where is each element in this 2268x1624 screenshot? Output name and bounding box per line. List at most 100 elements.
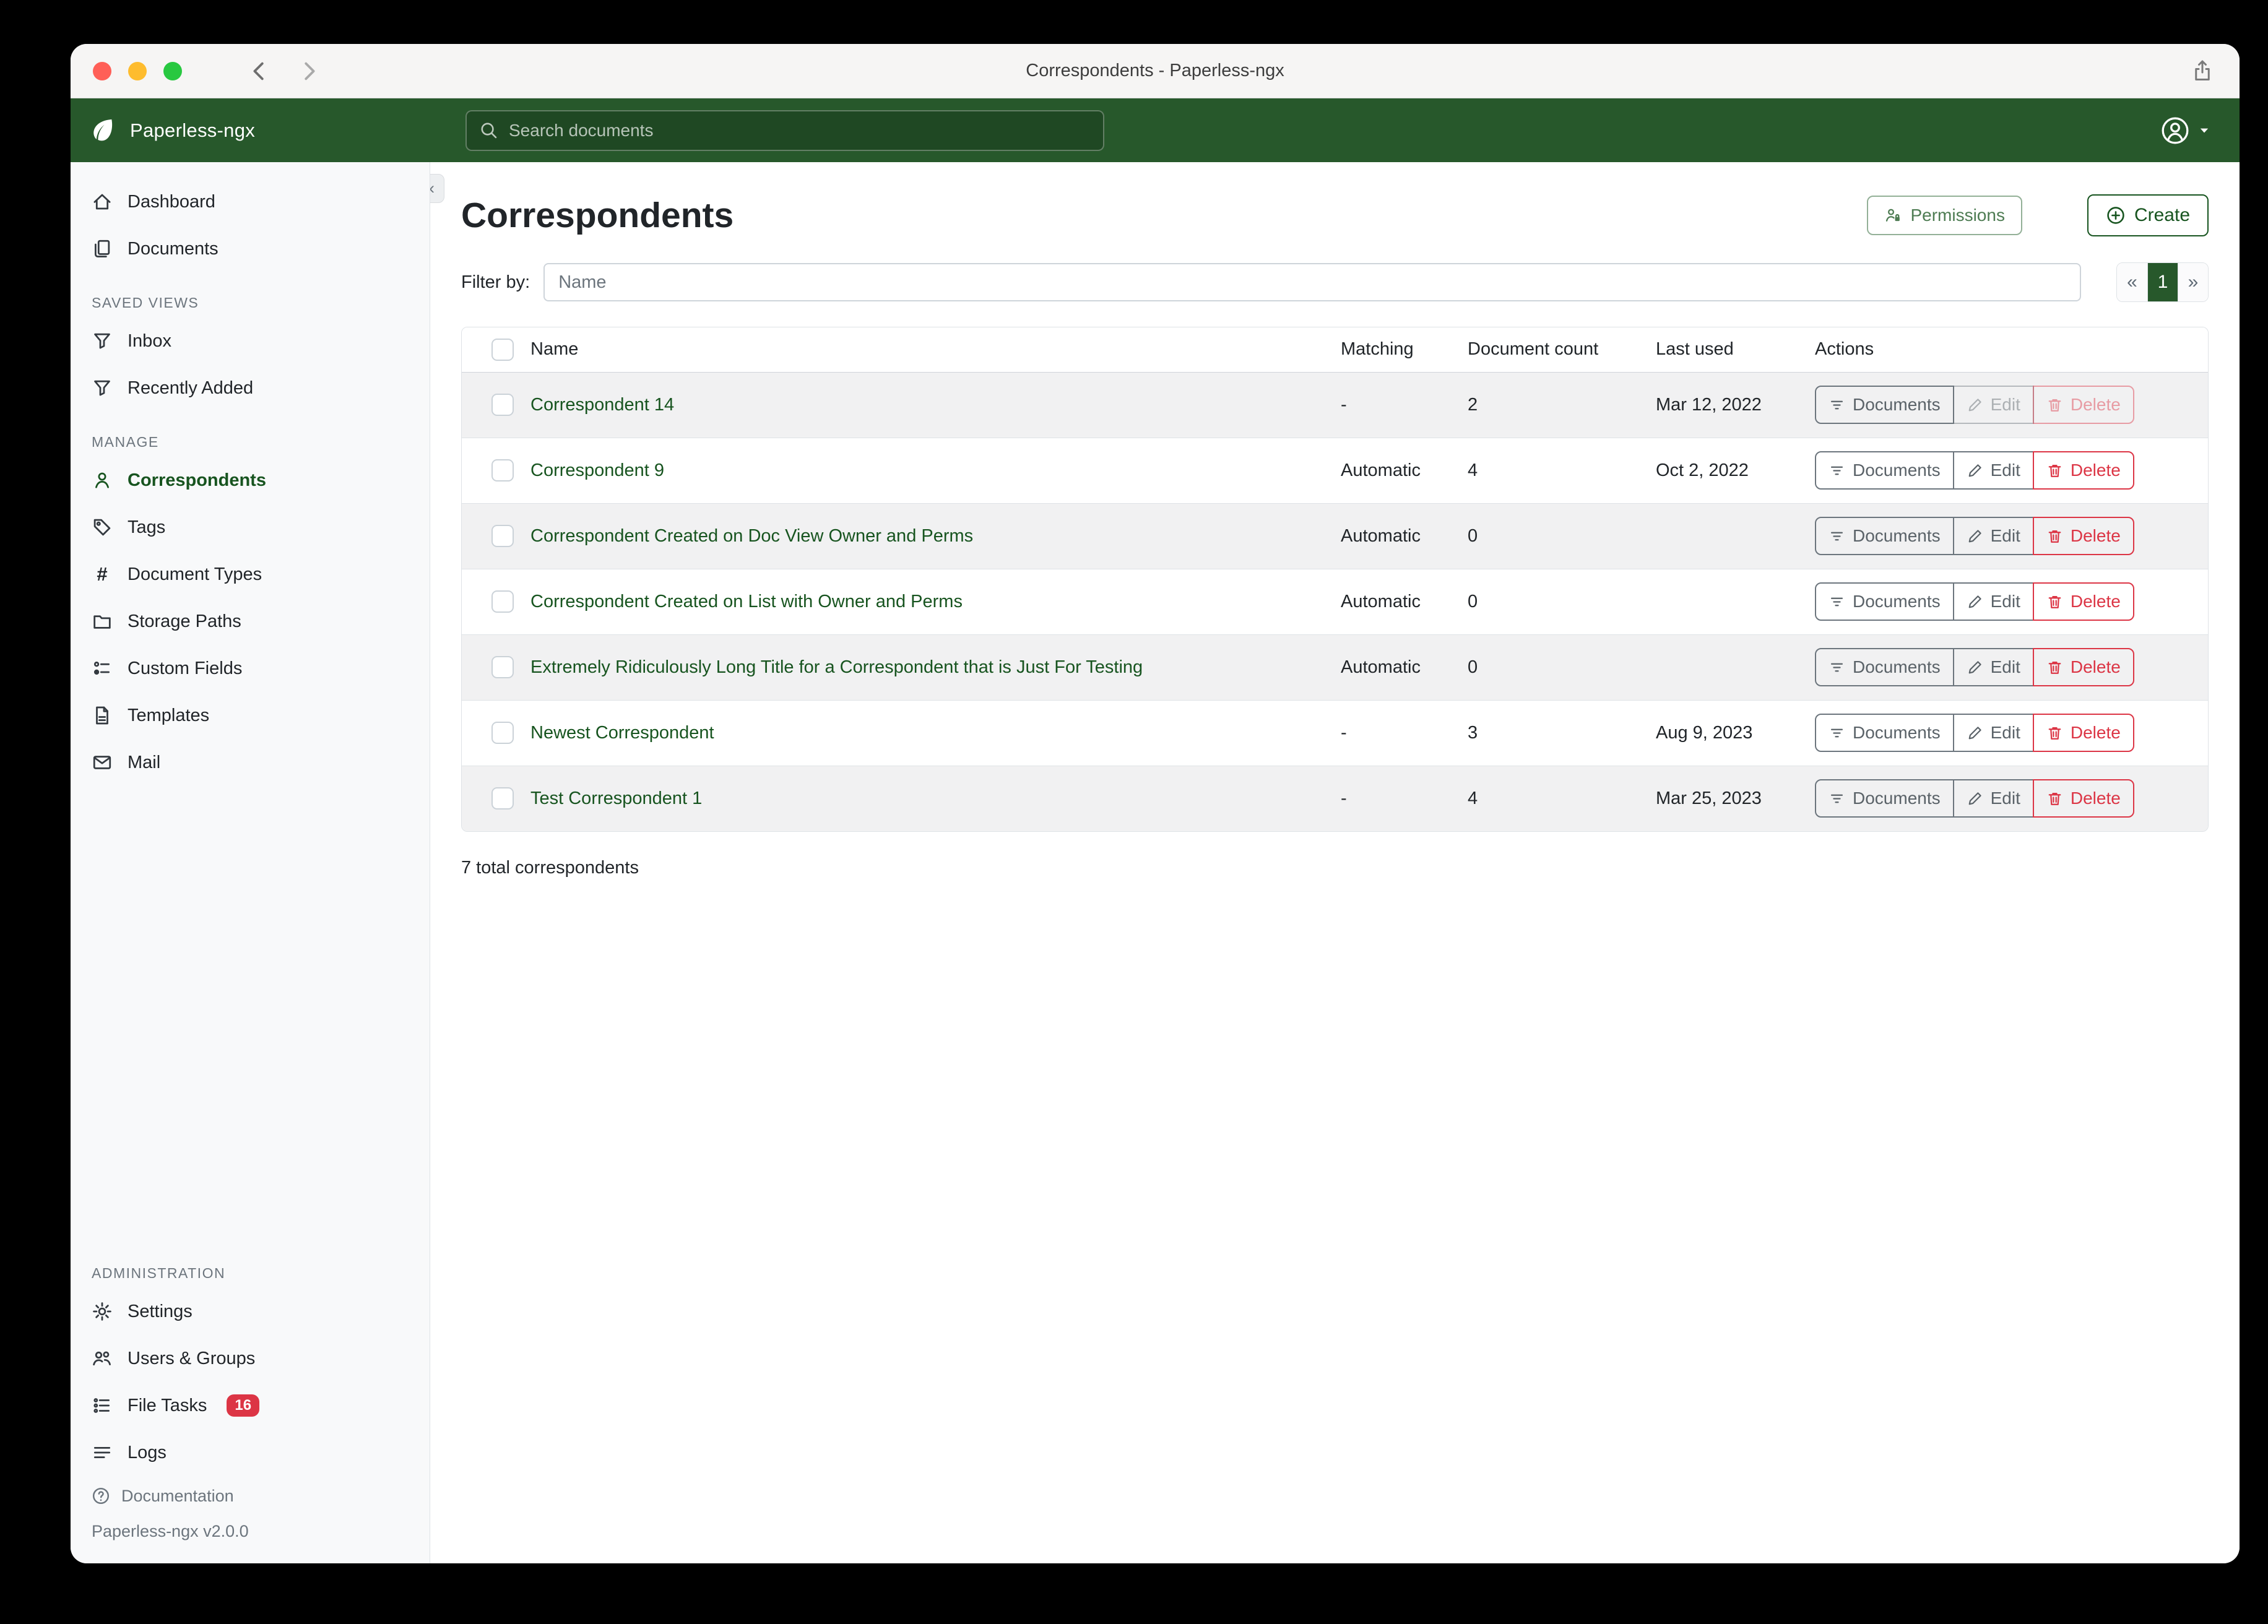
correspondent-link[interactable]: Correspondent Created on Doc View Owner …: [530, 526, 973, 546]
filter-icon: [1829, 659, 1845, 676]
sidebar-item-inbox[interactable]: Inbox: [71, 317, 430, 365]
pencil-icon: [1967, 528, 1983, 545]
documentation-link[interactable]: Documentation: [71, 1476, 430, 1516]
documentation-label: Documentation: [121, 1487, 234, 1506]
table-row: Correspondent 9 Automatic 4 Oct 2, 2022 …: [462, 438, 2208, 503]
back-icon[interactable]: [248, 59, 271, 83]
forward-icon[interactable]: [297, 59, 321, 83]
last-used-cell: [1645, 634, 1804, 700]
sidebar-item-tags[interactable]: Tags: [71, 504, 430, 551]
matching-cell: Automatic: [1330, 569, 1456, 634]
sidebar-item-logs[interactable]: Logs: [71, 1429, 430, 1476]
table-header-row: Name Matching Document count Last used A…: [462, 327, 2208, 372]
correspondent-link[interactable]: Correspondent Created on List with Owner…: [530, 592, 963, 611]
correspondent-link[interactable]: Extremely Ridiculously Long Title for a …: [530, 657, 1143, 677]
sidebar-item-custom-fields[interactable]: Custom Fields: [71, 645, 430, 692]
row-checkbox[interactable]: [491, 590, 514, 613]
correspondent-link[interactable]: Newest Correspondent: [530, 723, 714, 743]
row-checkbox[interactable]: [491, 459, 514, 482]
edit-button[interactable]: Edit: [1953, 451, 2034, 490]
pagination-next-button[interactable]: »: [2178, 263, 2208, 301]
edit-button[interactable]: Edit: [1953, 517, 2034, 555]
delete-button[interactable]: Delete: [2033, 451, 2134, 490]
brand[interactable]: Paperless-ngx: [89, 117, 255, 144]
filter-name-input[interactable]: [543, 263, 2081, 301]
select-all-checkbox[interactable]: [491, 339, 514, 361]
column-header-name[interactable]: Name: [517, 327, 1330, 372]
sidebar-item-settings[interactable]: Settings: [71, 1288, 430, 1335]
search-input[interactable]: [509, 121, 1091, 140]
sidebar-item-users-groups[interactable]: Users & Groups: [71, 1335, 430, 1382]
table-row: Correspondent Created on Doc View Owner …: [462, 503, 2208, 569]
column-header-document-count[interactable]: Document count: [1456, 327, 1645, 372]
minimize-button[interactable]: [128, 62, 147, 80]
documents-button[interactable]: Documents: [1815, 714, 1954, 752]
sidebar-item-label: Storage Paths: [128, 611, 241, 632]
pagination-page-1-button[interactable]: 1: [2147, 263, 2178, 301]
delete-button[interactable]: Delete: [2033, 714, 2134, 752]
sidebar-item-templates[interactable]: Templates: [71, 692, 430, 739]
filter-icon: [1829, 594, 1845, 610]
create-button[interactable]: Create: [2087, 194, 2209, 236]
filter-icon: [1829, 790, 1845, 807]
documents-button[interactable]: Documents: [1815, 779, 1954, 818]
documents-button[interactable]: Documents: [1815, 386, 1954, 424]
edit-button[interactable]: Edit: [1953, 648, 2034, 686]
correspondent-link[interactable]: Correspondent 9: [530, 460, 664, 480]
folder-icon: [92, 611, 113, 632]
row-checkbox[interactable]: [491, 525, 514, 547]
sidebar-item-recently-added[interactable]: Recently Added: [71, 365, 430, 412]
row-checkbox[interactable]: [491, 787, 514, 810]
sidebar-spacer: [71, 786, 430, 1243]
people-icon: [92, 1348, 113, 1369]
sidebar-collapse-button[interactable]: «: [430, 174, 444, 203]
sidebar-item-correspondents[interactable]: Correspondents: [71, 457, 430, 504]
sidebar-item-document-types[interactable]: # Document Types: [71, 551, 430, 598]
delete-button[interactable]: Delete: [2033, 648, 2134, 686]
row-actions: Documents Edit Delete: [1815, 714, 2134, 752]
trash-icon: [2046, 790, 2063, 807]
sidebar-item-label: Mail: [128, 753, 160, 773]
column-header-last-used[interactable]: Last used: [1645, 327, 1804, 372]
pencil-icon: [1967, 790, 1983, 807]
sidebar-item-label: Logs: [128, 1443, 167, 1463]
delete-button[interactable]: Delete: [2033, 386, 2134, 424]
sidebar-item-label: Inbox: [128, 331, 171, 352]
sidebar-item-storage-paths[interactable]: Storage Paths: [71, 598, 430, 645]
row-checkbox[interactable]: [491, 722, 514, 744]
edit-button[interactable]: Edit: [1953, 582, 2034, 621]
sidebar-item-documents[interactable]: Documents: [71, 225, 430, 272]
documents-button[interactable]: Documents: [1815, 582, 1954, 621]
documents-button[interactable]: Documents: [1815, 517, 1954, 555]
delete-button[interactable]: Delete: [2033, 779, 2134, 818]
sidebar-item-label: Settings: [128, 1302, 193, 1322]
pencil-icon: [1967, 659, 1983, 676]
count-cell: 4: [1456, 438, 1645, 503]
edit-button[interactable]: Edit: [1953, 714, 2034, 752]
documents-button[interactable]: Documents: [1815, 451, 1954, 490]
delete-button[interactable]: Delete: [2033, 517, 2134, 555]
sidebar-item-dashboard[interactable]: Dashboard: [71, 178, 430, 225]
home-icon: [92, 191, 113, 212]
permissions-button[interactable]: Permissions: [1867, 196, 2022, 235]
delete-button[interactable]: Delete: [2033, 582, 2134, 621]
documents-label: Documents: [1853, 592, 1941, 611]
sidebar-item-mail[interactable]: Mail: [71, 739, 430, 786]
pagination-prev-button[interactable]: «: [2117, 263, 2147, 301]
close-button[interactable]: [93, 62, 111, 80]
trash-icon: [2046, 528, 2063, 545]
sidebar-item-label: Dashboard: [128, 192, 215, 212]
documents-button[interactable]: Documents: [1815, 648, 1954, 686]
file-tasks-badge: 16: [227, 1394, 259, 1417]
row-checkbox[interactable]: [491, 394, 514, 416]
row-checkbox[interactable]: [491, 656, 514, 678]
correspondent-link[interactable]: Test Correspondent 1: [530, 788, 702, 808]
edit-button[interactable]: Edit: [1953, 779, 2034, 818]
column-header-matching[interactable]: Matching: [1330, 327, 1456, 372]
correspondent-link[interactable]: Correspondent 14: [530, 395, 674, 415]
zoom-button[interactable]: [163, 62, 182, 80]
share-button[interactable]: [2190, 44, 2215, 98]
sidebar-item-file-tasks[interactable]: File Tasks 16: [71, 1382, 430, 1429]
user-menu[interactable]: [2160, 116, 2211, 145]
edit-button[interactable]: Edit: [1953, 386, 2034, 424]
